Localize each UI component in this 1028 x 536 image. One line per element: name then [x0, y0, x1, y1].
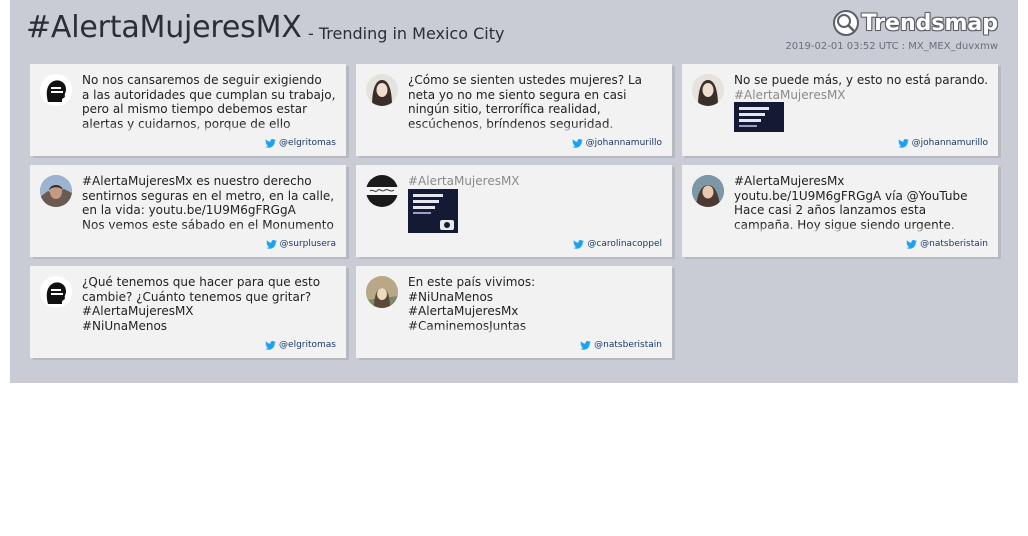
trend-panel: #AlertaMujeresMX - Trending in Mexico Ci… [10, 0, 1018, 383]
media-thumbnail[interactable] [734, 102, 784, 132]
portrait-avatar[interactable] [692, 175, 724, 207]
media-thumbnail[interactable] [408, 189, 458, 233]
tweet-text: No nos cansaremos de seguir exigiendo a … [82, 73, 336, 131]
tweet-username: @elgritomas [279, 138, 336, 148]
twitter-bird-icon [906, 239, 918, 249]
twitter-bird-icon [265, 138, 276, 148]
tweet-card[interactable]: #AlertaMujeresMX @carolinacoppel [356, 165, 672, 257]
portrait-avatar[interactable] [40, 175, 72, 207]
page-title: #AlertaMujeresMX [26, 10, 302, 45]
portrait-avatar[interactable] [366, 276, 398, 308]
tweet-user-link[interactable]: @natsberistain [906, 239, 988, 249]
tweet-user-link[interactable]: @carolinacoppel [573, 239, 662, 249]
twitter-bird-icon [580, 340, 592, 350]
twitter-bird-icon [265, 239, 277, 249]
tweet-card[interactable]: ¿Qué tenemos que hacer para que esto cam… [30, 266, 346, 358]
tweet-username: @natsberistain [920, 239, 988, 249]
tweet-user-link[interactable]: @surplusera [265, 239, 336, 249]
text-fade [734, 225, 994, 235]
portrait-avatar[interactable] [692, 74, 724, 106]
tweet-text: ¿Qué tenemos que hacer para que esto cam… [82, 275, 321, 333]
text-fade [408, 326, 668, 336]
timestamp-meta: 2019-02-01 03:52 UTC : MX_MEX_duvxmw [785, 41, 998, 52]
tweet-username: @elgritomas [279, 340, 336, 350]
text-fade [82, 124, 342, 134]
portrait-avatar[interactable] [366, 74, 398, 106]
tweet-text: #AlertaMujeresMx es nuestro derecho sent… [82, 174, 335, 232]
tweet-card[interactable]: En este país vivimos: #NiUnaMenos #Alert… [356, 266, 672, 358]
twitter-bird-icon [571, 138, 583, 148]
twitter-bird-icon [897, 138, 909, 148]
tweet-username: @johannamurillo [585, 138, 662, 148]
tweet-text: En este país vivimos: #NiUnaMenos #Alert… [408, 275, 536, 333]
page-subtitle: - Trending in Mexico City [308, 24, 505, 43]
text-fade [408, 124, 668, 134]
camera-icon [440, 220, 454, 230]
tweet-user-link[interactable]: @johannamurillo [897, 138, 988, 148]
tweet-card[interactable]: No se puede más, y esto no está parando.… [682, 64, 998, 156]
tweet-user-link[interactable]: @natsberistain [580, 340, 662, 350]
logo-text: Trendsmap [861, 10, 998, 36]
tweet-text: ¿Cómo se sienten ustedes mujeres? La net… [408, 73, 643, 131]
head-silhouette-icon[interactable] [40, 276, 72, 308]
tweet-username: @carolinacoppel [587, 239, 662, 249]
tweet-card[interactable]: No nos cansaremos de seguir exigiendo a … [30, 64, 346, 156]
tweet-username: @surplusera [279, 239, 336, 249]
head-silhouette-icon[interactable] [40, 74, 72, 106]
text-fade [82, 225, 342, 235]
signature-avatar[interactable] [366, 175, 398, 207]
tweet-user-link[interactable]: @elgritomas [265, 340, 336, 350]
twitter-bird-icon [573, 239, 585, 249]
trendsmap-logo[interactable]: Trendsmap [832, 7, 998, 39]
trendsmap-logo-icon [832, 10, 859, 36]
tweet-user-link[interactable]: @elgritomas [265, 138, 336, 148]
tweet-user-link[interactable]: @johannamurillo [571, 138, 662, 148]
tweet-username: @johannamurillo [911, 138, 988, 148]
tweet-text: #AlertaMujeresMx youtu.be/1U9M6gFRGgA ví… [734, 174, 968, 232]
tweet-card[interactable]: #AlertaMujeresMx es nuestro derecho sent… [30, 165, 346, 257]
tweet-card[interactable]: #AlertaMujeresMx youtu.be/1U9M6gFRGgA ví… [682, 165, 998, 257]
tweet-card[interactable]: ¿Cómo se sienten ustedes mujeres? La net… [356, 64, 672, 156]
twitter-bird-icon [265, 340, 276, 350]
tweet-username: @natsberistain [594, 340, 662, 350]
